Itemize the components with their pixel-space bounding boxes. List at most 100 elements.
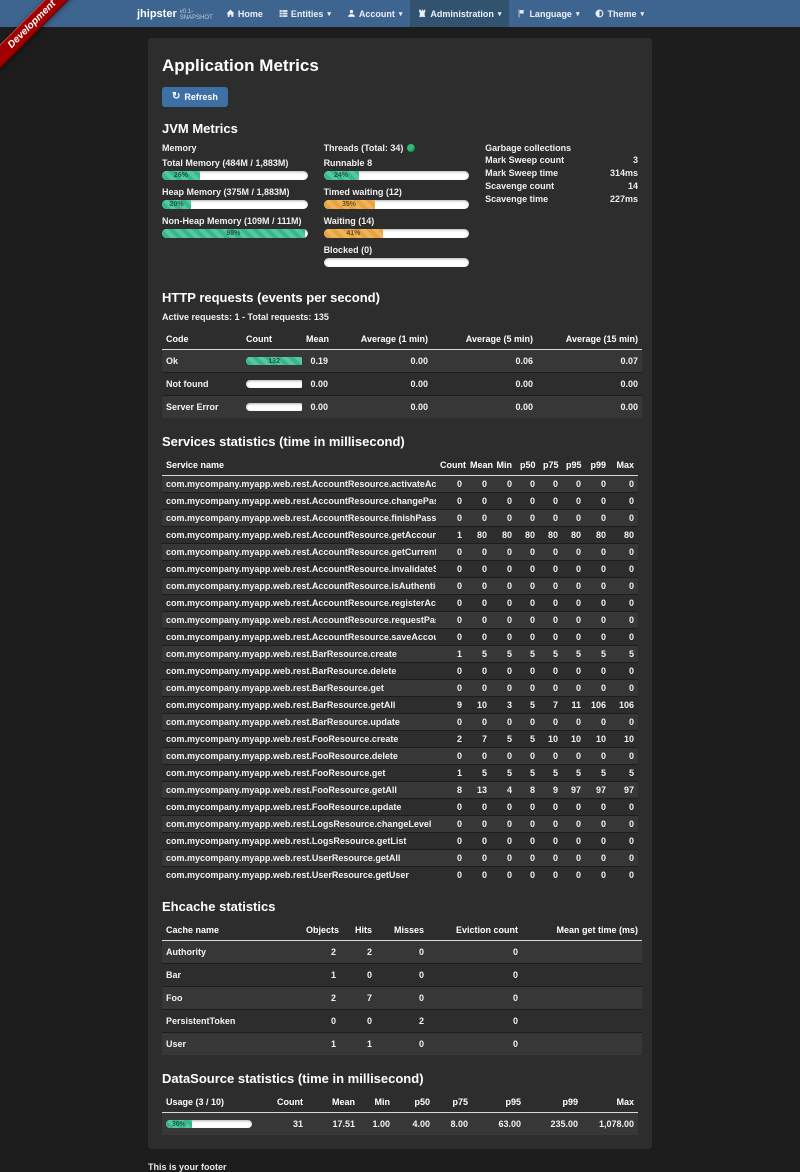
- gc-title: Garbage collections: [485, 143, 638, 153]
- usage-bar-cell: 30%: [162, 1113, 272, 1136]
- metrics-panel: Application Metrics ↻ Refresh JVM Metric…: [148, 38, 652, 1149]
- table-row: com.mycompany.myapp.web.rest.FooResource…: [162, 799, 638, 816]
- progress-fill: 30%: [166, 1120, 192, 1128]
- table-row: com.mycompany.myapp.web.rest.BarResource…: [162, 646, 638, 663]
- nav-label: Administration: [430, 9, 494, 19]
- col-header: Mean: [466, 456, 491, 476]
- table-row: com.mycompany.myapp.web.rest.AccountReso…: [162, 476, 638, 493]
- threads-status-icon[interactable]: [407, 144, 415, 152]
- table-row: Authority2200: [162, 941, 642, 964]
- page-title: Application Metrics: [162, 56, 638, 76]
- refresh-button[interactable]: ↻ Refresh: [162, 87, 228, 107]
- table-row: Server Error 0.00 0.00 0.00 0.00: [162, 396, 642, 419]
- user-icon: [347, 9, 356, 18]
- table-row: com.mycompany.myapp.web.rest.AccountReso…: [162, 544, 638, 561]
- table-row: com.mycompany.myapp.web.rest.AccountReso…: [162, 578, 638, 595]
- col-header: p95: [562, 456, 585, 476]
- gc-row: Scavenge time227ms: [485, 193, 638, 206]
- gc-row: Mark Sweep count3: [485, 154, 638, 167]
- brand-version: v0.1-SNAPSHOT: [180, 9, 218, 21]
- progress-fill: 20%: [162, 200, 191, 209]
- col-header: p50: [394, 1093, 434, 1113]
- table-row: com.mycompany.myapp.web.rest.FooResource…: [162, 731, 638, 748]
- table-row: User1100: [162, 1033, 642, 1056]
- ehcache-statistics-table: Cache name Objects Hits Misses Eviction …: [162, 921, 642, 1055]
- nav-item-entities[interactable]: Entities ▾: [271, 0, 339, 27]
- col-header: Max: [582, 1093, 638, 1113]
- http-requests-heading: HTTP requests (events per second): [162, 290, 638, 305]
- chevron-down-icon: ▾: [640, 10, 644, 18]
- count-bar-cell: [242, 396, 302, 419]
- nav-label: Language: [529, 9, 572, 19]
- table-row: com.mycompany.myapp.web.rest.AccountReso…: [162, 493, 638, 510]
- chevron-down-icon: ▾: [498, 10, 502, 18]
- col-header: p99: [585, 456, 610, 476]
- nav-item-account[interactable]: Account ▾: [339, 0, 411, 27]
- table-header-row: Service name Count Mean Min p50 p75 p95 …: [162, 456, 638, 476]
- flag-icon: [517, 9, 526, 18]
- services-statistics-heading: Services statistics (time in millisecond…: [162, 434, 638, 449]
- gc-value: 227ms: [610, 193, 638, 206]
- threads-title-text: Threads (Total: 34): [324, 143, 404, 153]
- chevron-down-icon: ▾: [576, 10, 580, 18]
- col-header: Service name: [162, 456, 436, 476]
- table-row: PersistentToken0020: [162, 1010, 642, 1033]
- nav-item-administration[interactable]: Administration ▾: [410, 0, 509, 27]
- chevron-down-icon: ▾: [399, 10, 403, 18]
- runnable-progress: 24%: [324, 171, 470, 180]
- total-memory-progress: 26%: [162, 171, 308, 180]
- col-header: Code: [162, 330, 242, 350]
- list-icon: [279, 9, 288, 18]
- nav-item-theme[interactable]: Theme ▾: [587, 0, 652, 27]
- col-header: Mean get time (ms): [522, 921, 642, 941]
- progress-fill: 24%: [324, 171, 359, 180]
- waiting-label: Waiting (14): [324, 216, 470, 226]
- col-header: Average (5 min): [432, 330, 537, 350]
- col-header: Average (15 min): [537, 330, 642, 350]
- table-row: Not found 0.00 0.00 0.00 0.00: [162, 373, 642, 396]
- nav-item-language[interactable]: Language ▾: [509, 0, 587, 27]
- count-bar-cell: [242, 373, 302, 396]
- refresh-icon: ↻: [172, 92, 180, 102]
- jvm-metrics-heading: JVM Metrics: [162, 121, 638, 136]
- col-header: Mean: [302, 330, 332, 350]
- nav-label: Theme: [607, 9, 636, 19]
- table-row: com.mycompany.myapp.web.rest.BarResource…: [162, 697, 638, 714]
- table-row: com.mycompany.myapp.web.rest.AccountReso…: [162, 595, 638, 612]
- table-header-row: Usage (3 / 10) Count Mean Min p50 p75 p9…: [162, 1093, 638, 1113]
- jvm-metrics-grid: Memory Total Memory (484M / 1,883M) 26% …: [162, 143, 638, 274]
- nav-label: Entities: [291, 9, 324, 19]
- col-header: Misses: [376, 921, 428, 941]
- col-header: Cache name: [162, 921, 302, 941]
- nav-item-home[interactable]: Home: [218, 0, 271, 27]
- table-row: com.mycompany.myapp.web.rest.FooResource…: [162, 765, 638, 782]
- http-requests-table: Code Count Mean Average (1 min) Average …: [162, 330, 642, 418]
- threads-column: Threads (Total: 34) Runnable 8 24% Timed…: [324, 143, 470, 274]
- col-header: Objects: [302, 921, 340, 941]
- progress-fill: 35%: [324, 200, 375, 209]
- brand[interactable]: jhipster v0.1-SNAPSHOT: [137, 0, 218, 27]
- footer-text: This is your footer: [148, 1162, 800, 1172]
- col-header: p75: [539, 456, 562, 476]
- col-header: Min: [359, 1093, 394, 1113]
- col-header: Min: [491, 456, 516, 476]
- table-row: com.mycompany.myapp.web.rest.AccountReso…: [162, 561, 638, 578]
- timed-waiting-progress: 35%: [324, 200, 470, 209]
- heap-memory-progress: 20%: [162, 200, 308, 209]
- gc-column: Garbage collections Mark Sweep count3 Ma…: [485, 143, 638, 274]
- code-cell: Server Error: [162, 396, 242, 419]
- code-cell: Ok: [162, 350, 242, 373]
- gc-label: Scavenge count: [485, 180, 554, 193]
- col-header: Count: [436, 456, 466, 476]
- runnable-label: Runnable 8: [324, 158, 470, 168]
- table-header-row: Code Count Mean Average (1 min) Average …: [162, 330, 642, 350]
- col-header: p99: [525, 1093, 582, 1113]
- col-header: p95: [472, 1093, 525, 1113]
- table-row: com.mycompany.myapp.web.rest.LogsResourc…: [162, 833, 638, 850]
- memory-title: Memory: [162, 143, 308, 153]
- table-row: Ok 132 0.19 0.00 0.06 0.07: [162, 350, 642, 373]
- table-row: 30% 31 17.51 1.00 4.00 8.00 63.00 235.00…: [162, 1113, 638, 1136]
- progress-fill: 41%: [324, 229, 384, 238]
- home-icon: [226, 9, 235, 18]
- gc-row: Scavenge count14: [485, 180, 638, 193]
